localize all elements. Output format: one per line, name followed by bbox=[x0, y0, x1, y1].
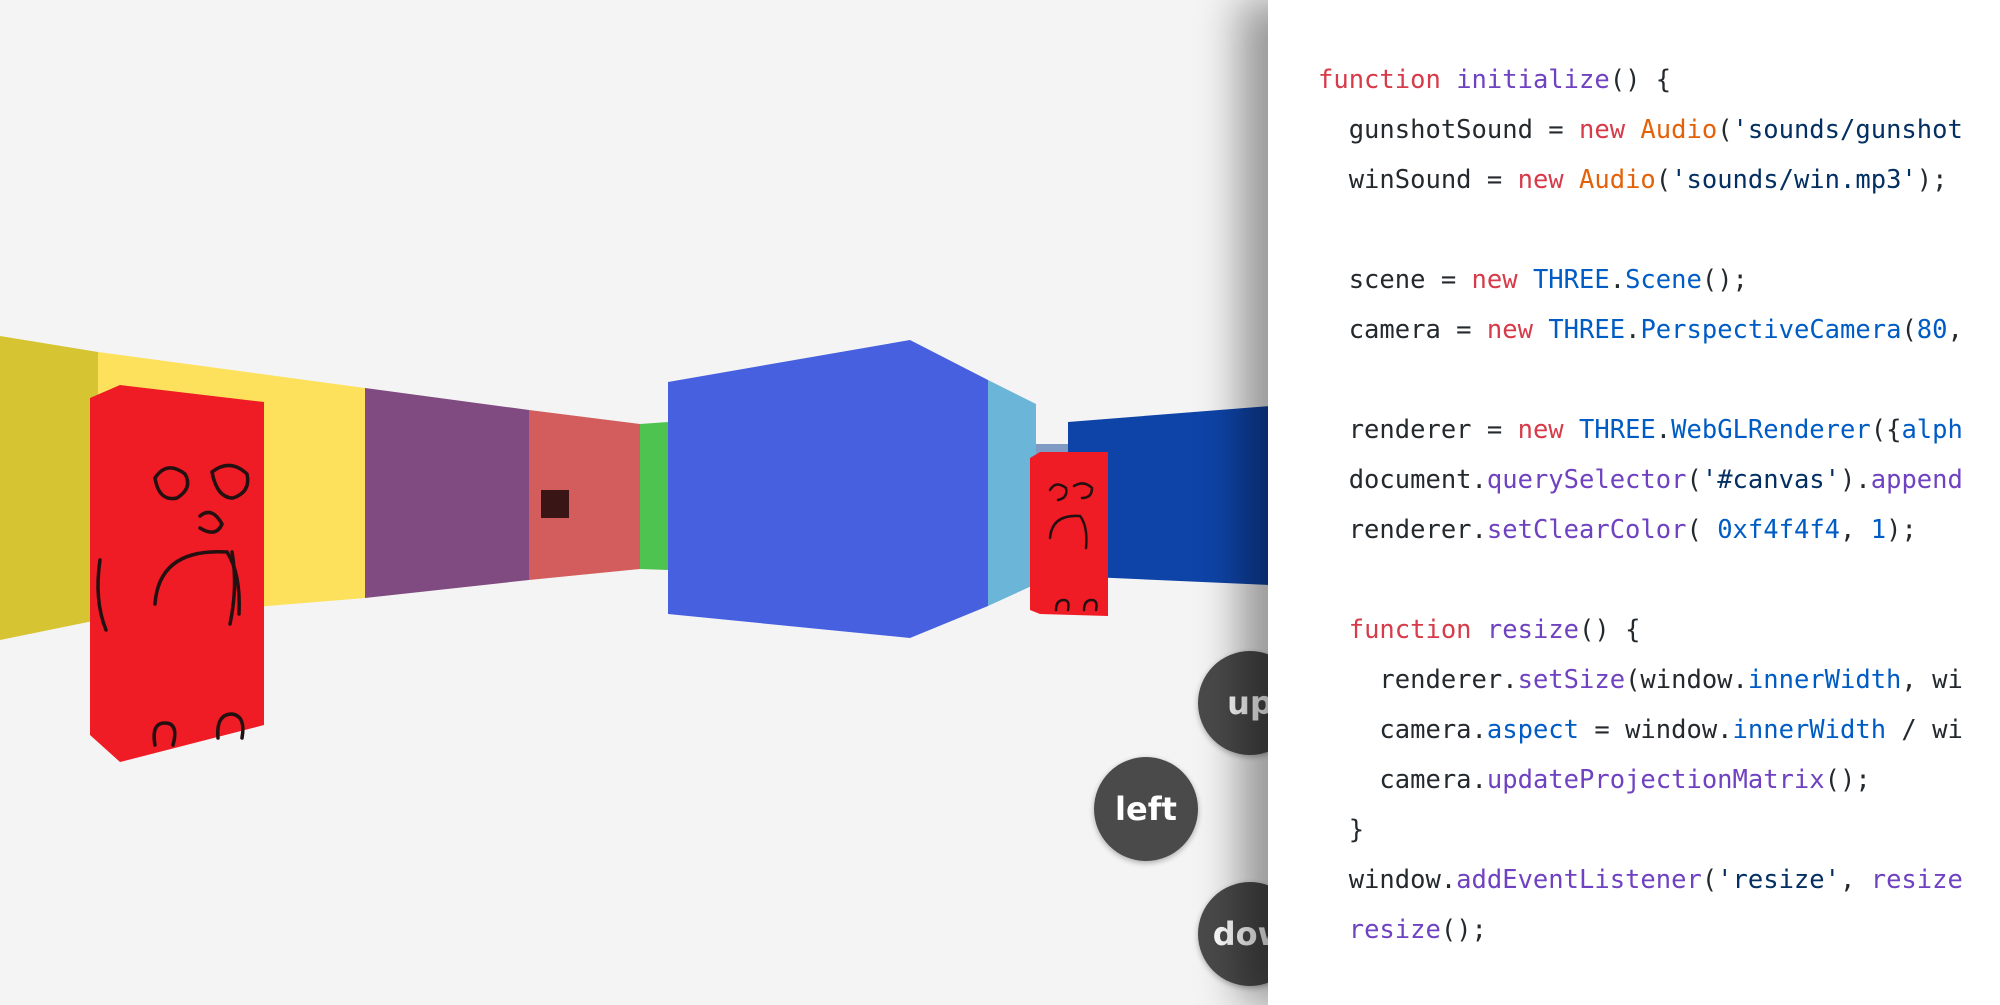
code-line: gunshotSound = new Audio('sounds/gunshot bbox=[1318, 115, 1963, 145]
code-panel: function initialize() { gunshotSound = n… bbox=[1268, 0, 2000, 1005]
game-scene bbox=[0, 0, 1270, 1005]
code-line: renderer.setSize(window.innerWidth, wi bbox=[1318, 665, 1963, 695]
code-line: renderer.setClearColor( 0xf4f4f4, 1); bbox=[1318, 515, 1917, 545]
code-line: document.querySelector('#canvas').append bbox=[1318, 465, 1963, 495]
down-button-label: dow bbox=[1212, 915, 1270, 953]
code-line: function initialize() { bbox=[1318, 65, 1672, 95]
wall-switch-marker bbox=[541, 490, 569, 518]
code-line: camera.aspect = window.innerWidth / wi bbox=[1318, 715, 1963, 745]
code-line: resize(); bbox=[1348, 915, 1487, 945]
wall-green bbox=[640, 422, 668, 570]
pillar-blue-side bbox=[988, 380, 1036, 606]
enemy-near bbox=[90, 385, 264, 762]
code-line: camera.updateProjectionMatrix(); bbox=[1318, 765, 1871, 795]
code-line: } bbox=[1318, 815, 1365, 845]
code-block: function initialize() { gunshotSound = n… bbox=[1318, 55, 1963, 955]
wall-olive bbox=[0, 336, 98, 640]
code-line: winSound = new Audio('sounds/win.mp3'); bbox=[1318, 165, 1948, 195]
code-line: window.addEventListener('resize', resize bbox=[1318, 865, 1963, 895]
code-line: renderer = new THREE.WebGLRenderer({alph bbox=[1318, 415, 1963, 445]
code-line: camera = new THREE.PerspectiveCamera(80, bbox=[1318, 315, 1963, 345]
up-button-label: up bbox=[1227, 684, 1270, 722]
pillar-blue-front bbox=[668, 340, 988, 638]
left-button-label: left bbox=[1115, 790, 1177, 828]
wall-purple bbox=[365, 388, 529, 598]
code-line: scene = new THREE.Scene(); bbox=[1318, 265, 1748, 295]
left-button[interactable]: left bbox=[1094, 757, 1198, 861]
enemy-far bbox=[1030, 452, 1108, 616]
code-line: function resize() { bbox=[1348, 615, 1641, 645]
game-viewport[interactable]: up left dow bbox=[0, 0, 1270, 1005]
